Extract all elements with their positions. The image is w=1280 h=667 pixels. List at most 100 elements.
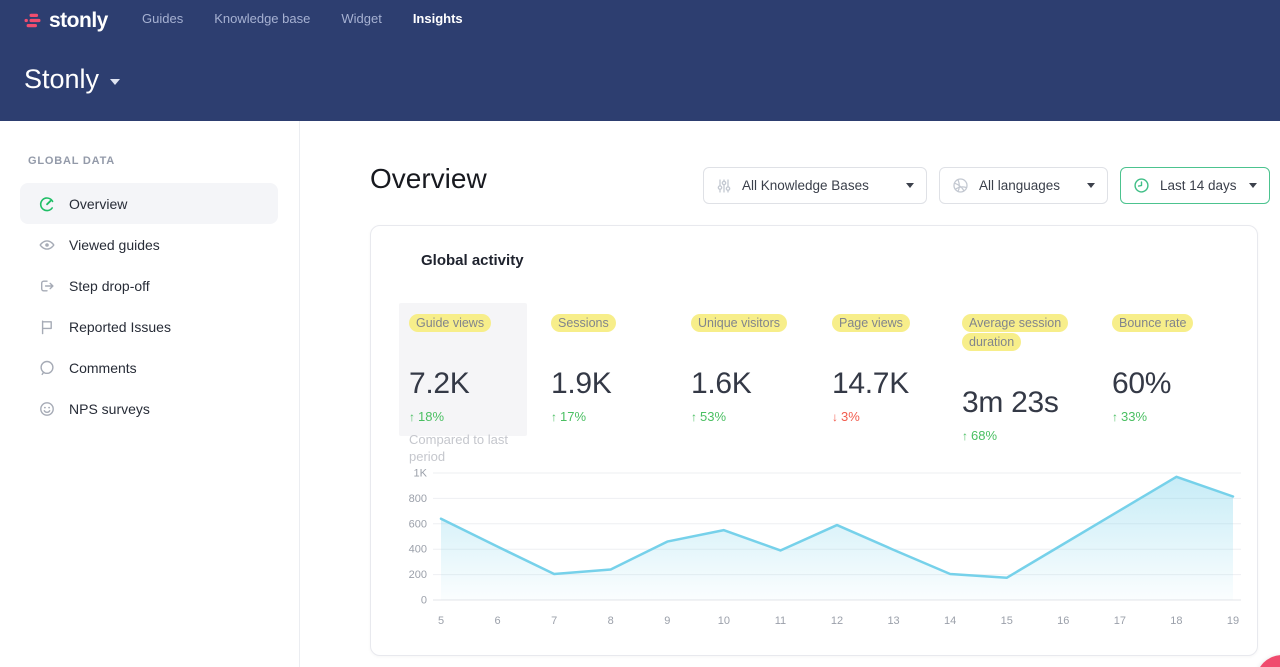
metric-value: 60% xyxy=(1112,347,1242,401)
svg-text:6: 6 xyxy=(495,615,501,627)
sidebar-item-label: Viewed guides xyxy=(69,237,160,253)
svg-text:8: 8 xyxy=(608,615,614,627)
svg-text:9: 9 xyxy=(664,615,670,627)
filter-label: All Knowledge Bases xyxy=(742,178,869,193)
metric-label: Bounce rate xyxy=(1112,314,1193,332)
globe-icon xyxy=(952,177,969,194)
gauge-icon xyxy=(38,195,56,213)
card-title: Global activity xyxy=(421,252,524,269)
sidebar-item-reported-issues[interactable]: Reported Issues xyxy=(20,306,278,347)
nav-insights[interactable]: Insights xyxy=(413,11,463,26)
trend-arrow-icon: ↑ xyxy=(1112,410,1118,424)
svg-text:19: 19 xyxy=(1227,615,1239,627)
sidebar-item-viewed-guides[interactable]: Viewed guides xyxy=(20,224,278,265)
smiley-icon xyxy=(38,400,56,418)
metric-label: Unique visitors xyxy=(691,314,787,332)
sidebar-item-label: Overview xyxy=(69,196,127,212)
metric-note: Compared to last period xyxy=(409,431,517,466)
sidebar-item-step-drop-off[interactable]: Step drop-off xyxy=(20,265,278,306)
metric-delta: ↑33% xyxy=(1112,409,1242,424)
chat-widget-button[interactable] xyxy=(1256,655,1280,667)
global-activity-chart: 02004006008001K5678910111213141516171819 xyxy=(393,463,1249,635)
chart-area[interactable]: 02004006008001K5678910111213141516171819 xyxy=(393,463,1249,635)
metric-value: 1.6K xyxy=(691,347,821,401)
date-range-filter-dropdown[interactable]: Last 14 days xyxy=(1120,167,1270,204)
nav-guides[interactable]: Guides xyxy=(142,11,183,26)
sliders-icon xyxy=(716,178,732,194)
svg-text:18: 18 xyxy=(1170,615,1182,627)
metric-delta-value: 33% xyxy=(1121,409,1147,424)
workspace-selector[interactable]: Stonly xyxy=(24,64,120,95)
metric-unique-visitors[interactable]: Unique visitors 1.6K ↑53% xyxy=(691,303,821,435)
metric-delta-value: 17% xyxy=(560,409,586,424)
caret-down-icon xyxy=(906,183,914,188)
metric-guide-views[interactable]: Guide views 7.2K ↑18% Compared to last p… xyxy=(399,303,527,436)
svg-text:200: 200 xyxy=(409,569,427,581)
sidebar-item-label: Comments xyxy=(69,360,137,376)
metric-label: Sessions xyxy=(551,314,616,332)
global-activity-card: Global activity Guide views 7.2K ↑18% Co… xyxy=(370,225,1258,656)
svg-text:7: 7 xyxy=(551,615,557,627)
metric-delta: ↑68% xyxy=(962,428,1080,443)
eye-icon xyxy=(38,236,56,254)
app-header: stonly Guides Knowledge base Widget Insi… xyxy=(0,0,1280,121)
metric-delta: ↑18% xyxy=(409,409,517,424)
metric-average-session-duration[interactable]: Average session duration 3m 23s ↑68% xyxy=(962,303,1080,454)
caret-down-icon xyxy=(1087,183,1095,188)
clock-icon xyxy=(1133,177,1150,194)
sidebar-item-label: Step drop-off xyxy=(69,278,150,294)
metric-delta-value: 53% xyxy=(700,409,726,424)
nav-widget[interactable]: Widget xyxy=(341,11,381,26)
sidebar-item-label: Reported Issues xyxy=(69,319,171,335)
metric-value: 3m 23s xyxy=(962,366,1080,420)
stonly-insights-page: stonly Guides Knowledge base Widget Insi… xyxy=(0,0,1280,667)
sidebar: GLOBAL DATA Overview Viewed guides xyxy=(0,121,300,667)
trend-arrow-icon: ↑ xyxy=(691,410,697,424)
comment-icon xyxy=(38,359,56,377)
svg-text:800: 800 xyxy=(409,493,427,505)
chevron-down-icon xyxy=(110,79,120,85)
metric-label: Page views xyxy=(832,314,910,332)
trend-arrow-icon: ↑ xyxy=(551,410,557,424)
knowledge-bases-filter-dropdown[interactable]: All Knowledge Bases xyxy=(703,167,927,204)
metric-delta-value: 3% xyxy=(841,409,860,424)
metric-delta-value: 68% xyxy=(971,428,997,443)
svg-text:10: 10 xyxy=(718,615,730,627)
metric-delta: ↑53% xyxy=(691,409,821,424)
trend-arrow-icon: ↑ xyxy=(962,429,968,443)
svg-text:15: 15 xyxy=(1001,615,1013,627)
metric-label: Guide views xyxy=(409,314,491,332)
metric-label: Average session duration xyxy=(962,314,1068,351)
svg-text:1K: 1K xyxy=(414,468,428,480)
metric-bounce-rate[interactable]: Bounce rate 60% ↑33% xyxy=(1112,303,1242,435)
svg-text:400: 400 xyxy=(409,544,427,556)
sidebar-item-overview[interactable]: Overview xyxy=(20,183,278,224)
filter-label: All languages xyxy=(979,178,1060,193)
svg-text:14: 14 xyxy=(944,615,956,627)
svg-text:17: 17 xyxy=(1114,615,1126,627)
page-title: Overview xyxy=(370,163,487,195)
svg-text:5: 5 xyxy=(438,615,444,627)
svg-text:16: 16 xyxy=(1057,615,1069,627)
top-navigation: Guides Knowledge base Widget Insights xyxy=(142,11,463,26)
languages-filter-dropdown[interactable]: All languages xyxy=(939,167,1108,204)
step-export-icon xyxy=(38,277,56,295)
sidebar-menu: Overview Viewed guides Step drop-off xyxy=(20,183,278,429)
nav-knowledge-base[interactable]: Knowledge base xyxy=(214,11,310,26)
sidebar-item-label: NPS surveys xyxy=(69,401,150,417)
caret-down-icon xyxy=(1249,183,1257,188)
filter-label: Last 14 days xyxy=(1160,178,1237,193)
metric-page-views[interactable]: Page views 14.7K ↓3% xyxy=(832,303,962,435)
svg-text:0: 0 xyxy=(421,595,427,607)
workspace-title: Stonly xyxy=(24,64,99,95)
logo-wordmark: stonly xyxy=(49,9,108,33)
metric-value: 7.2K xyxy=(409,347,517,401)
sidebar-item-comments[interactable]: Comments xyxy=(20,347,278,388)
svg-text:600: 600 xyxy=(409,518,427,530)
flag-icon xyxy=(38,318,56,336)
stonly-logo[interactable]: stonly xyxy=(24,9,108,33)
metric-value: 14.7K xyxy=(832,347,962,401)
sidebar-item-nps-surveys[interactable]: NPS surveys xyxy=(20,388,278,429)
metric-sessions[interactable]: Sessions 1.9K ↑17% xyxy=(551,303,681,435)
svg-text:12: 12 xyxy=(831,615,843,627)
